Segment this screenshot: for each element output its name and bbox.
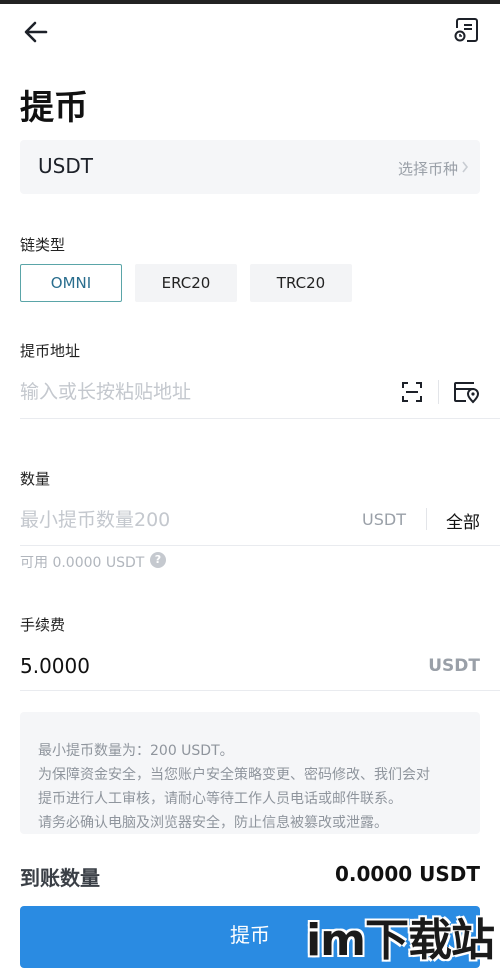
address-input[interactable] [20, 376, 380, 408]
receive-amount-label: 到账数量 [20, 866, 100, 890]
chain-type-label: 链类型 [20, 236, 66, 254]
help-icon[interactable]: ? [150, 552, 166, 568]
available-balance: 可用 0.0000 USDT [20, 555, 145, 571]
amount-underline [20, 545, 500, 546]
chain-option-trc20[interactable]: TRC20 [250, 264, 352, 302]
notice-line: 提币进行人工审核，请耐心等待工作人员电话或邮件联系。 [38, 791, 402, 807]
scan-icon[interactable] [400, 380, 424, 404]
withdraw-record-icon[interactable] [452, 16, 480, 44]
back-arrow-icon[interactable] [20, 16, 52, 48]
fee-underline [20, 690, 500, 691]
chevron-right-icon [462, 161, 469, 173]
top-bar [0, 0, 500, 60]
notice-line: 最小提币数量为：200 USDT。 [38, 743, 234, 759]
address-label: 提币地址 [20, 342, 81, 360]
fee-label: 手续费 [20, 616, 66, 634]
choose-coin-label: 选择币种 [397, 160, 458, 178]
notice-line: 为保障资金安全，当您账户安全策略变更、密码修改、我们会对 [38, 767, 430, 783]
fee-unit: USDT [428, 656, 480, 676]
address-book-icon[interactable] [452, 380, 480, 404]
page-title: 提币 [20, 88, 88, 128]
notice-line: 请务必确认电脑及浏览器安全，防止信息被篡改或泄露。 [38, 815, 388, 831]
withdraw-all-button[interactable]: 全部 [446, 508, 480, 533]
amount-label: 数量 [20, 470, 51, 488]
amount-unit: USDT [362, 510, 406, 529]
address-divider [438, 380, 439, 404]
watermark-text: im下载站 [306, 915, 495, 966]
notice-box: 最小提币数量为：200 USDT。 为保障资金安全，当您账户安全策略变更、密码修… [20, 712, 480, 834]
amount-input[interactable] [20, 504, 320, 536]
chain-option-omni[interactable]: OMNI [20, 264, 122, 302]
chain-option-erc20[interactable]: ERC20 [135, 264, 237, 302]
watermark: im下载站 [304, 906, 495, 968]
amount-divider [426, 508, 427, 530]
address-underline [20, 418, 500, 419]
receive-amount-value: 0.0000 USDT [334, 862, 480, 886]
coin-symbol: USDT [38, 154, 93, 178]
fee-value: 5.0000 [20, 654, 90, 678]
coin-selector[interactable]: USDT 选择币种 [20, 140, 480, 194]
